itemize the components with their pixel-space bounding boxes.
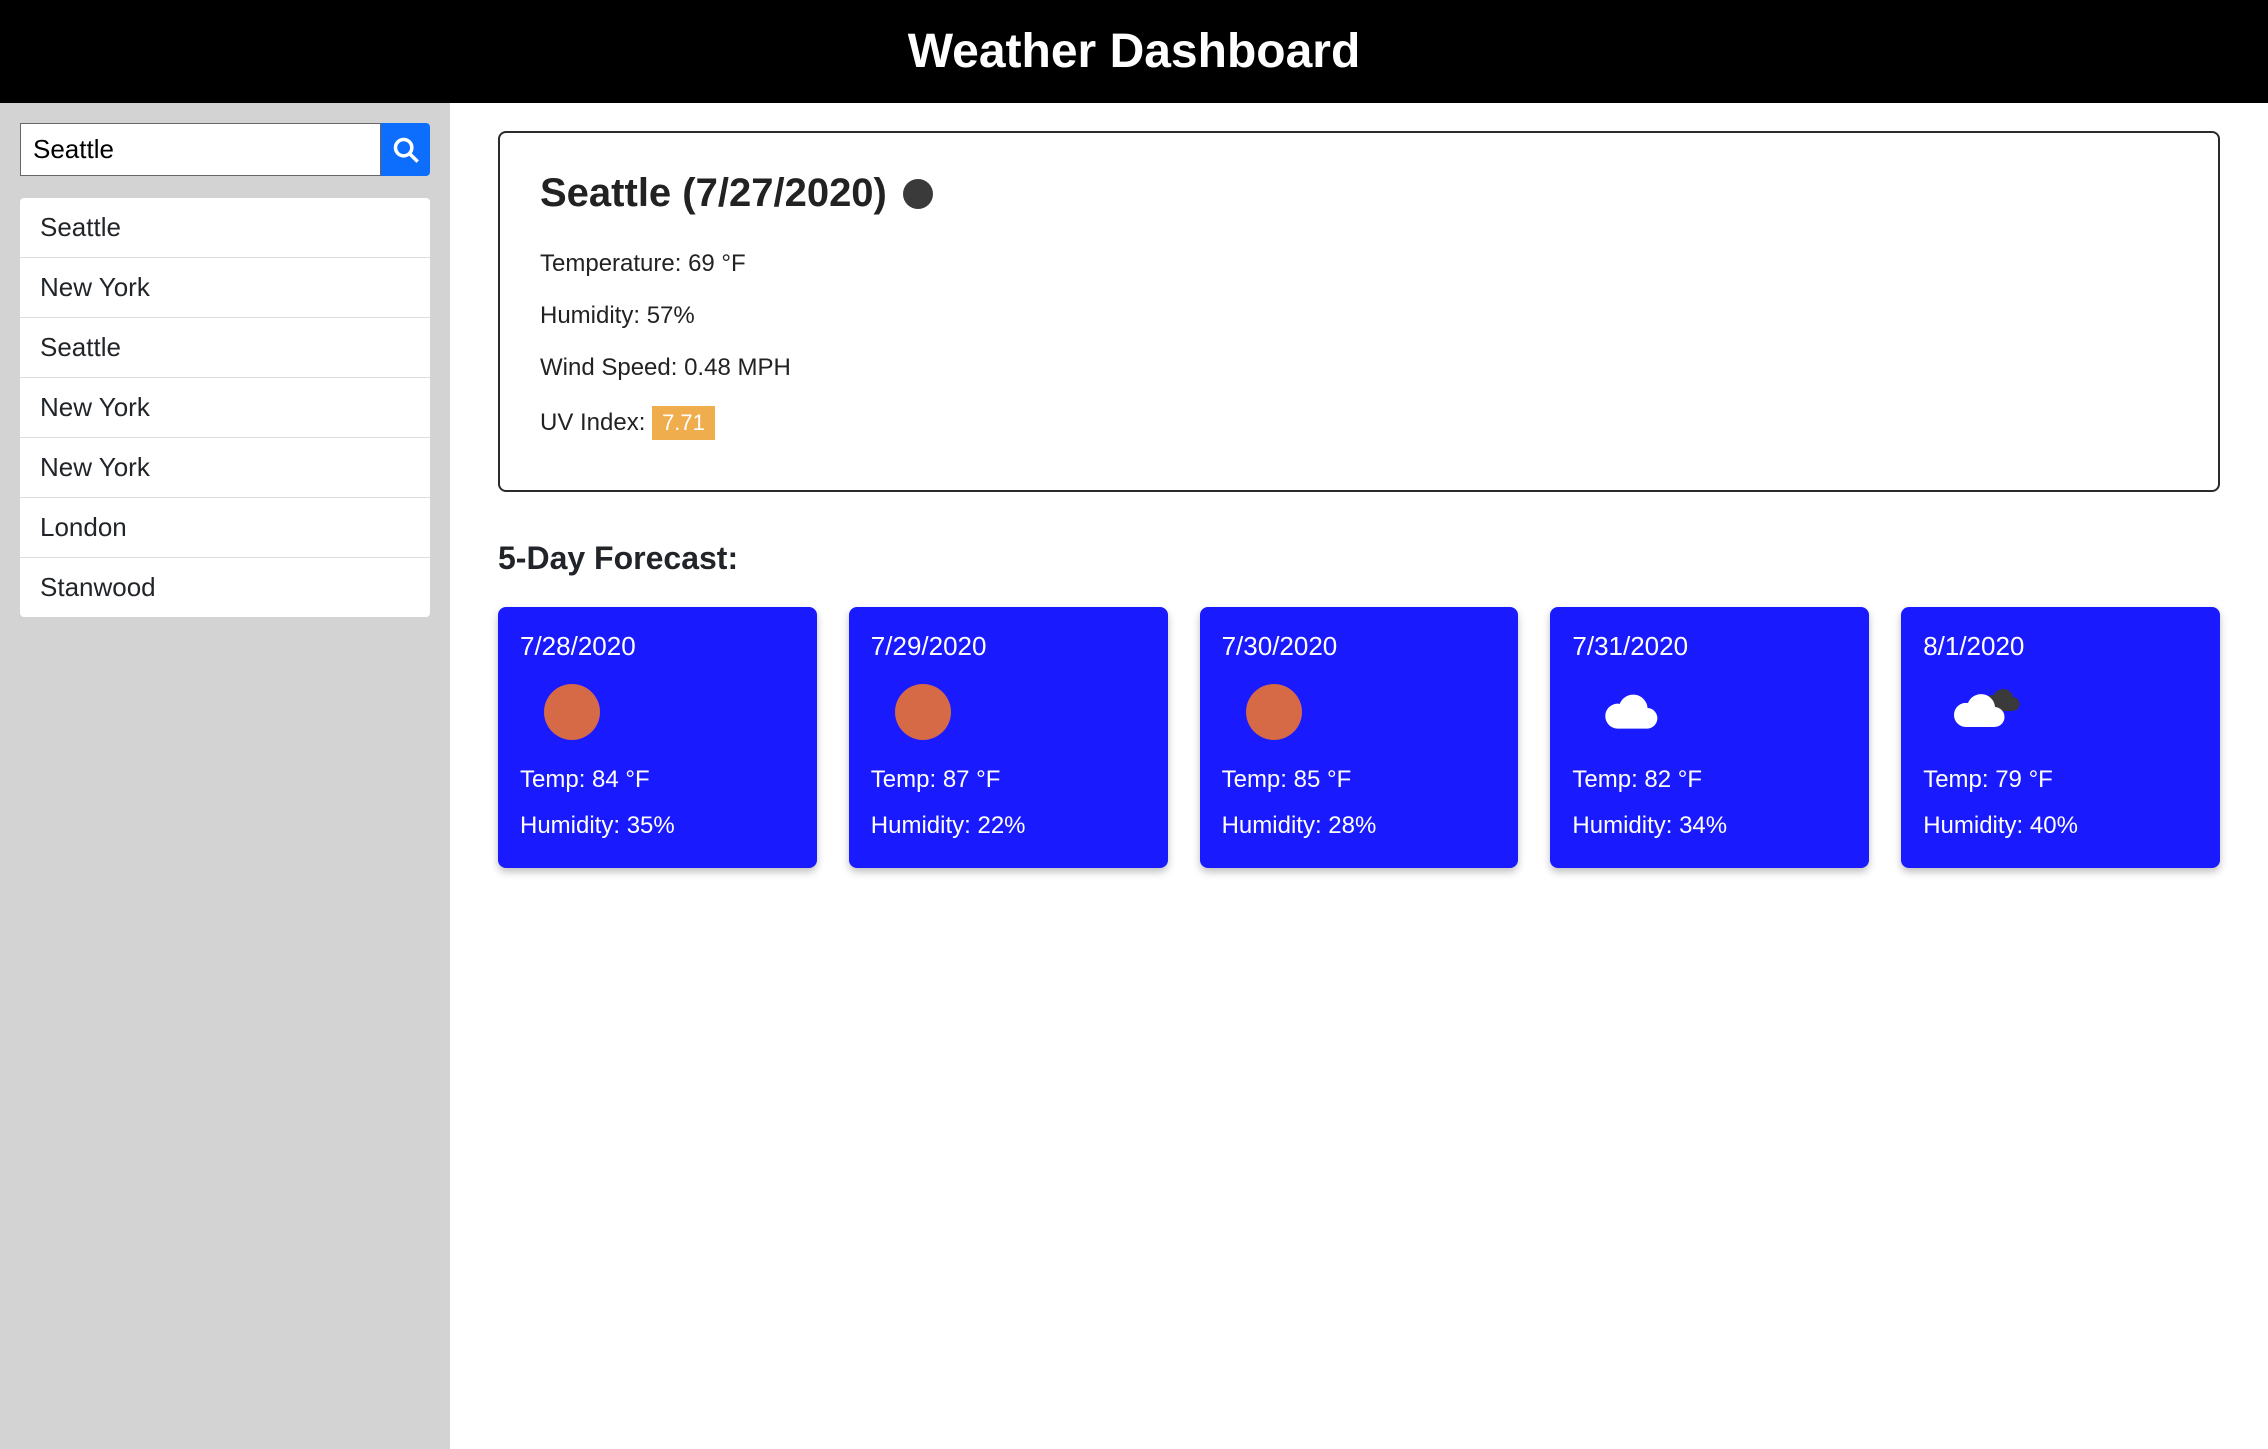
forecast-temp: Temp: 84 °F xyxy=(520,766,795,794)
forecast-humidity: Humidity: 28% xyxy=(1222,812,1497,840)
forecast-humidity: Humidity: 22% xyxy=(871,812,1146,840)
history-item[interactable]: Stanwood xyxy=(20,558,430,617)
main-content: Seattle (7/27/2020) Temperature: 69 °F H… xyxy=(450,103,2268,1449)
sun-icon xyxy=(895,684,951,740)
forecast-icon-wrap xyxy=(895,682,1146,742)
forecast-icon-wrap xyxy=(1596,682,1847,742)
current-temperature: Temperature: 69 °F xyxy=(540,250,2178,278)
current-uv-index-row: UV Index: 7.71 xyxy=(540,406,2178,440)
current-humidity: Humidity: 57% xyxy=(540,302,2178,330)
forecast-date: 8/1/2020 xyxy=(1923,631,2198,662)
forecast-date: 7/28/2020 xyxy=(520,631,795,662)
app-title: Weather Dashboard xyxy=(0,24,2268,79)
forecast-card: 7/29/2020 Temp: 87 °F Humidity: 22% xyxy=(849,607,1168,868)
forecast-icon-wrap xyxy=(1246,682,1497,742)
forecast-date: 7/30/2020 xyxy=(1222,631,1497,662)
history-item[interactable]: New York xyxy=(20,378,430,438)
forecast-humidity: Humidity: 35% xyxy=(520,812,795,840)
current-wind-speed: Wind Speed: 0.48 MPH xyxy=(540,354,2178,382)
forecast-humidity: Humidity: 40% xyxy=(1923,812,2198,840)
forecast-heading: 5-Day Forecast: xyxy=(498,540,2220,577)
forecast-temp: Temp: 79 °F xyxy=(1923,766,2198,794)
forecast-humidity: Humidity: 34% xyxy=(1572,812,1847,840)
forecast-date: 7/31/2020 xyxy=(1572,631,1847,662)
history-item[interactable]: London xyxy=(20,498,430,558)
sun-icon xyxy=(544,684,600,740)
uv-index-label: UV Index: xyxy=(540,409,652,436)
search-history-list: SeattleNew YorkSeattleNew YorkNew YorkLo… xyxy=(20,198,430,617)
sidebar: SeattleNew YorkSeattleNew YorkNew YorkLo… xyxy=(0,103,450,1449)
forecast-temp: Temp: 82 °F xyxy=(1572,766,1847,794)
forecast-card: 7/30/2020 Temp: 85 °F Humidity: 28% xyxy=(1200,607,1519,868)
forecast-temp: Temp: 85 °F xyxy=(1222,766,1497,794)
city-search-input[interactable] xyxy=(20,123,381,176)
current-weather-icon xyxy=(903,179,933,209)
forecast-date: 7/29/2020 xyxy=(871,631,1146,662)
app-header: Weather Dashboard xyxy=(0,0,2268,103)
history-item[interactable]: Seattle xyxy=(20,318,430,378)
main-container: SeattleNew YorkSeattleNew YorkNew YorkLo… xyxy=(0,103,2268,1449)
forecast-card: 8/1/2020 Temp: 79 °F Humidity: 40% xyxy=(1901,607,2220,868)
current-weather-card: Seattle (7/27/2020) Temperature: 69 °F H… xyxy=(498,131,2220,492)
forecast-card: 7/31/2020 Temp: 82 °F Humidity: 34% xyxy=(1550,607,1869,868)
forecast-icon-wrap xyxy=(544,682,795,742)
search-icon xyxy=(392,136,420,164)
current-city-date: Seattle (7/27/2020) xyxy=(540,171,887,216)
history-item[interactable]: New York xyxy=(20,258,430,318)
cloud-partial-icon xyxy=(1947,683,2025,742)
search-button[interactable] xyxy=(381,123,430,176)
forecast-row: 7/28/2020 Temp: 84 °F Humidity: 35% 7/29/20… xyxy=(498,607,2220,868)
history-item[interactable]: New York xyxy=(20,438,430,498)
history-item[interactable]: Seattle xyxy=(20,198,430,258)
sun-icon xyxy=(1246,684,1302,740)
cloud-icon xyxy=(1596,685,1662,740)
forecast-temp: Temp: 87 °F xyxy=(871,766,1146,794)
uv-index-badge: 7.71 xyxy=(652,406,715,440)
search-row xyxy=(20,123,430,176)
current-title-row: Seattle (7/27/2020) xyxy=(540,171,2178,216)
forecast-icon-wrap xyxy=(1947,682,2198,742)
forecast-card: 7/28/2020 Temp: 84 °F Humidity: 35% xyxy=(498,607,817,868)
